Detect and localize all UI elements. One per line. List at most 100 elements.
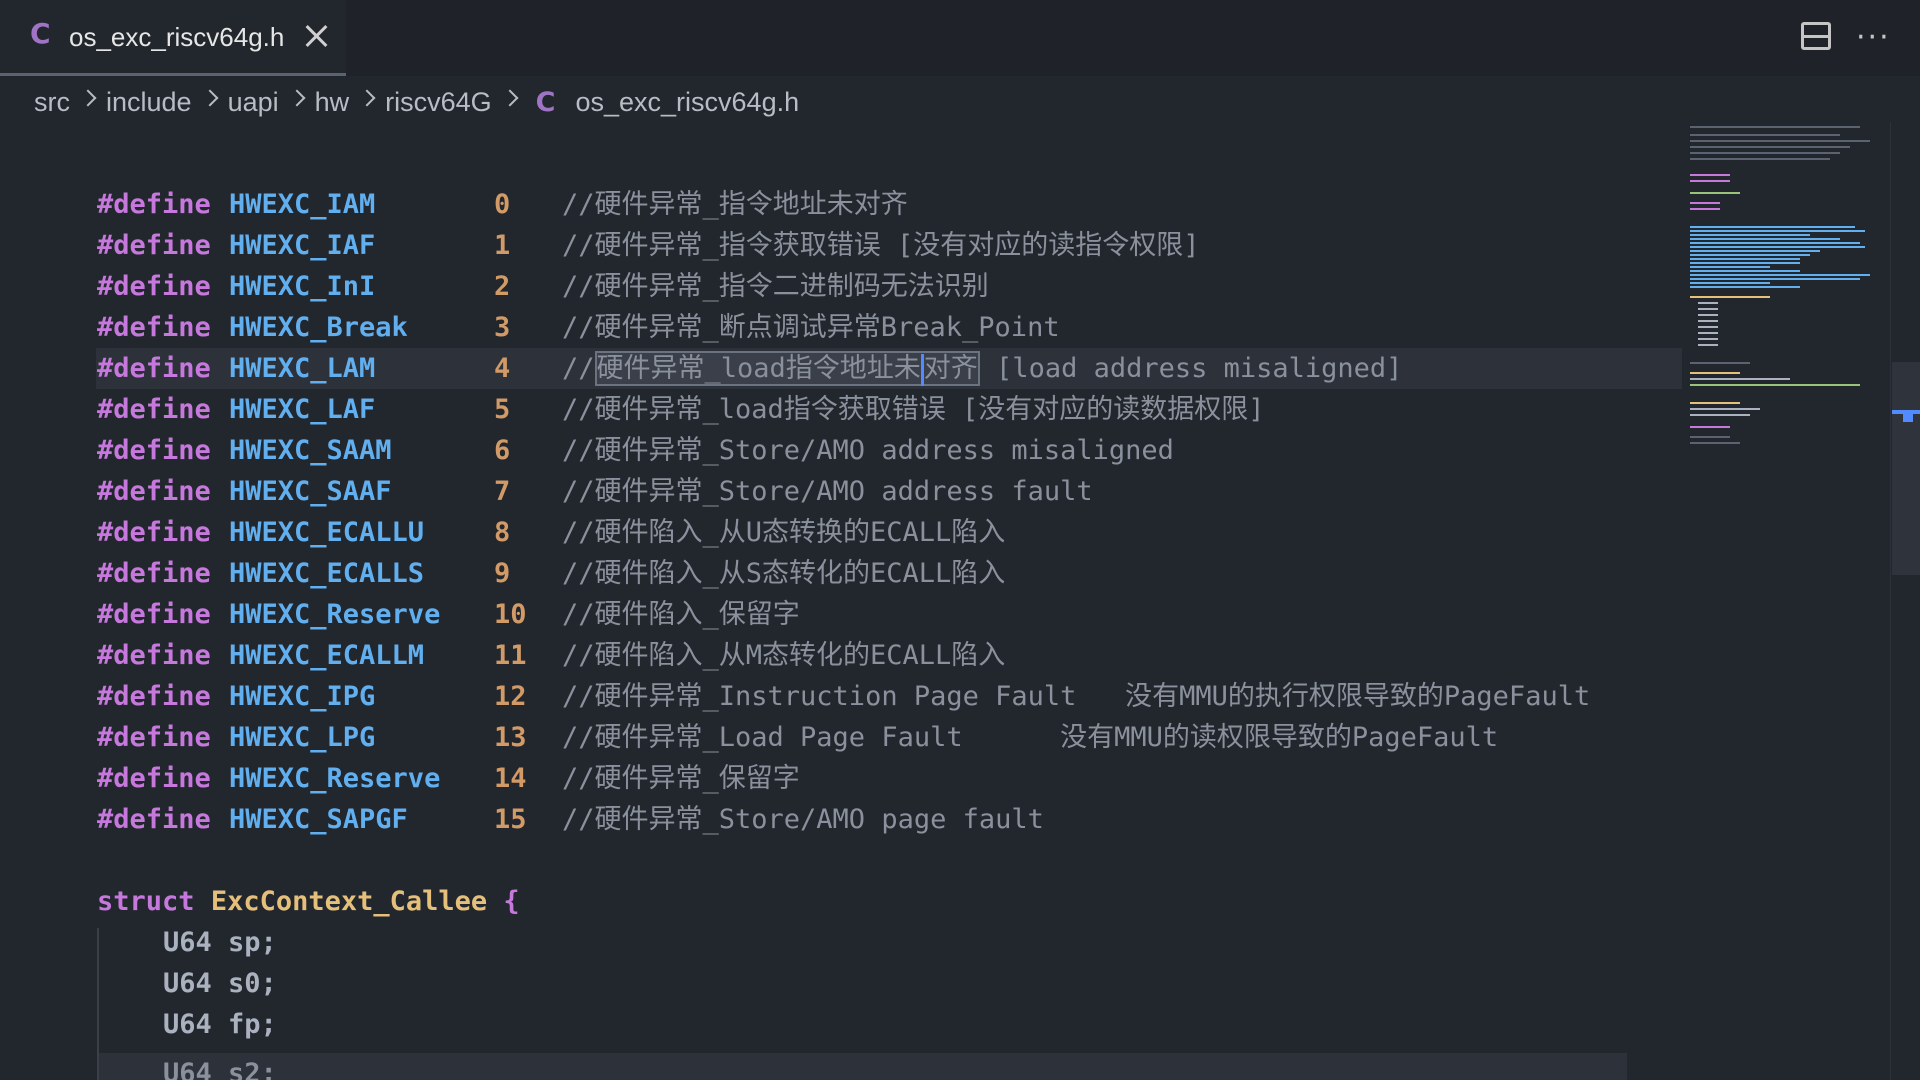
macro-name: HWEXC_LAF (229, 394, 376, 425)
open-brace: { (503, 886, 520, 917)
minimap-line (1690, 140, 1870, 142)
code-comment: //硬件陷入_从S态转化的ECALL陷入 (562, 558, 1006, 589)
macro-name: HWEXC_ECALLM (229, 640, 425, 671)
code-line[interactable]: #define HWEXC_Reserve 14 //硬件异常_保留字 (0, 758, 1680, 799)
minimap-line (1690, 286, 1800, 288)
code-line[interactable]: #define HWEXC_LPG 13 //硬件异常_Load Page Fault… (0, 717, 1680, 758)
macro-name: HWEXC_Break (229, 312, 408, 343)
minimap-line (1698, 308, 1718, 310)
code-comment: //硬件陷入_保留字 (562, 599, 800, 630)
selected-text: 硬件异常_load指令地址未 (596, 353, 921, 384)
code-line[interactable]: #define HWEXC_IPG 12 //硬件异常_Instruction Pag… (0, 676, 1680, 717)
code-line[interactable]: #define HWEXC_SAAM 6 //硬件异常_Store/AMO addre… (0, 430, 1680, 471)
code-line[interactable]: #define HWEXC_SAAF 7 //硬件异常_Store/AMO addre… (0, 471, 1680, 512)
code-line-current[interactable]: #define HWEXC_LAM 4 //硬件异常_load指令地址未 对齐 [loa… (96, 348, 1682, 389)
minimap[interactable] (1690, 122, 1880, 452)
code-line[interactable]: U64 fp; (0, 1004, 1680, 1045)
selected-text: 对齐 (923, 353, 978, 384)
code-line[interactable]: #define HWEXC_LAF 5 //硬件异常_load指令获取错误 [没有对应… (0, 389, 1680, 430)
breadcrumb-item-riscv64g[interactable]: riscv64G (385, 87, 492, 118)
tab-os-exc-riscv64g[interactable]: C os_exc_riscv64g.h (0, 0, 346, 76)
macro-name: HWEXC_IAM (229, 189, 376, 220)
minimap-line (1690, 282, 1770, 284)
code-comment: //硬件异常_load指令获取错误 [没有对应的读数据权限] (562, 394, 1265, 425)
minimap-line (1698, 344, 1718, 346)
code-comment: //硬件陷入_从M态转化的ECALL陷入 (562, 640, 1006, 671)
minimap-line (1698, 302, 1718, 304)
code-comment: //硬件异常_指令获取错误 [没有对应的读指令权限] (562, 230, 1200, 261)
macro-value: 5 (494, 394, 511, 425)
macro-value: 8 (494, 517, 511, 548)
struct-field: U64 sp; (163, 927, 277, 958)
define-keyword: #define (97, 476, 211, 507)
minimap-line (1690, 436, 1730, 438)
minimap-line (1690, 402, 1740, 404)
minimap-line (1698, 320, 1718, 322)
define-keyword: #define (97, 435, 211, 466)
split-editor-icon[interactable] (1801, 22, 1831, 50)
more-actions-icon[interactable]: ··· (1856, 20, 1891, 55)
minimap-line (1690, 180, 1730, 182)
code-line[interactable]: U64 sp; (0, 922, 1680, 963)
macro-value: 11 (494, 640, 527, 671)
code-line[interactable]: #define HWEXC_Break 3 //硬件异常_断点调试异常Break_Po… (0, 307, 1680, 348)
breadcrumb-item-include[interactable]: include (106, 87, 192, 118)
minimap-line (1690, 238, 1840, 240)
code-comment: //硬件异常_Store/AMO address misaligned (562, 435, 1174, 466)
code-comment: //硬件异常_Store/AMO page fault (562, 804, 1044, 835)
minimap-line (1690, 254, 1810, 256)
minimap-line (1690, 242, 1860, 244)
code-line-blank[interactable] (0, 840, 1680, 881)
code-line[interactable]: #define HWEXC_Reserve 10 //硬件陷入_保留字 (0, 594, 1680, 635)
define-keyword: #define (97, 353, 211, 384)
minimap-line (1690, 408, 1760, 410)
code-line[interactable]: #define HWEXC_SAPGF 15 //硬件异常_Store/AMO pag… (0, 799, 1680, 840)
macro-value: 13 (494, 722, 527, 753)
breadcrumb-item-src[interactable]: src (34, 87, 70, 118)
define-keyword: #define (97, 517, 211, 548)
code-comment: //硬件异常_指令地址未对齐 (562, 189, 908, 220)
breadcrumb-item-hw[interactable]: hw (315, 87, 350, 118)
code-line-partial[interactable]: U64 s2; (99, 1053, 1627, 1080)
code-comment: //硬件陷入_从U态转换的ECALL陷入 (562, 517, 1006, 548)
code-line[interactable]: #define HWEXC_InI 2 //硬件异常_指令二进制码无法识别 (0, 266, 1680, 307)
code-line[interactable]: U64 s0; (0, 963, 1680, 1004)
close-icon[interactable] (300, 20, 332, 52)
code-line[interactable]: #define HWEXC_IAM 0 //硬件异常_指令地址未对齐 (0, 184, 1680, 225)
breadcrumb-item-file[interactable]: os_exc_riscv64g.h (575, 87, 799, 118)
minimap-line (1690, 266, 1770, 268)
vertical-scrollbar[interactable] (1890, 122, 1920, 1080)
breadcrumb-item-uapi[interactable]: uapi (228, 87, 279, 118)
minimap-line (1690, 270, 1800, 272)
c-file-icon: C (30, 17, 51, 50)
code-comment: //硬件异常_断点调试异常Break_Point (562, 312, 1060, 343)
chevron-right-icon (501, 89, 519, 107)
minimap-line (1690, 426, 1730, 428)
define-keyword: #define (97, 558, 211, 589)
define-keyword: #define (97, 763, 211, 794)
code-line[interactable]: #define HWEXC_IAF 1 //硬件异常_指令获取错误 [没有对应的读指令… (0, 225, 1680, 266)
minimap-line (1698, 338, 1718, 340)
macro-name: HWEXC_IAF (229, 230, 376, 261)
breadcrumb: src include uapi hw riscv64G C os_exc_ri… (34, 82, 799, 122)
macro-name: HWEXC_ECALLU (229, 517, 425, 548)
code-comment: //硬件异常_Instruction Page Fault 没有MMU的执行权限… (562, 681, 1591, 712)
minimap-line (1690, 134, 1840, 136)
minimap-line (1690, 246, 1865, 248)
scrollbar-thumb[interactable] (1892, 362, 1920, 575)
macro-name: HWEXC_SAAF (229, 476, 392, 507)
chevron-right-icon (79, 89, 97, 107)
comment-suffix: [load address misaligned] (979, 353, 1403, 384)
code-editor[interactable]: #define HWEXC_IAM 0 //硬件异常_指令地址未对齐 #define H… (0, 184, 1682, 1045)
code-line[interactable]: #define HWEXC_ECALLS 9 //硬件陷入_从S态转化的ECALL陷入 (0, 553, 1680, 594)
minimap-line (1690, 208, 1720, 210)
macro-name: HWEXC_InI (229, 271, 376, 302)
code-line[interactable]: #define HWEXC_ECALLU 8 //硬件陷入_从U态转换的ECALL陷入 (0, 512, 1680, 553)
define-keyword: #define (97, 722, 211, 753)
macro-value: 2 (494, 271, 511, 302)
code-line[interactable]: struct ExcContext_Callee { (0, 881, 1680, 922)
minimap-line (1690, 384, 1860, 386)
code-line[interactable]: #define HWEXC_ECALLM 11 //硬件陷入_从M态转化的ECALL陷… (0, 635, 1680, 676)
minimap-line (1690, 250, 1820, 252)
define-keyword: #define (97, 681, 211, 712)
